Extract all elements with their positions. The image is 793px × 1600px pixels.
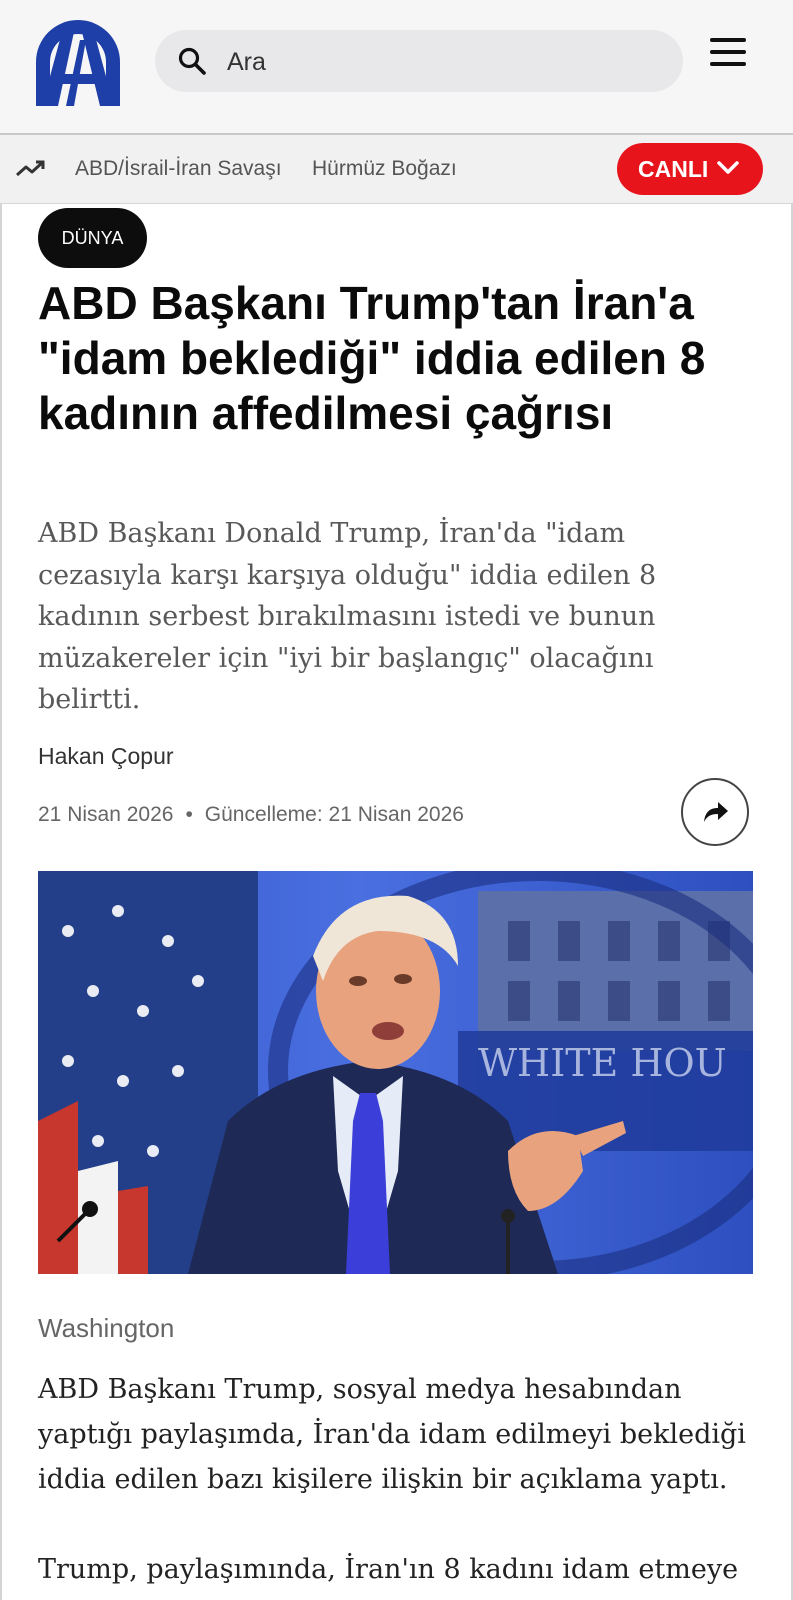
trending-link-hormuz[interactable]: Hürmüz Boğazı [312,157,457,181]
search-icon [178,47,206,75]
trending-bar: ABD/İsrail-İran Savaşı Hürmüz Boğazı CAN… [0,135,793,204]
share-button[interactable] [681,778,749,846]
category-badge[interactable]: DÜNYA [38,208,147,268]
article-photo: WHITE HOU [38,871,753,1274]
publish-date-line: 21 Nisan 2026 • Güncelleme: 21 Nisan 2026 [38,803,464,826]
hamburger-menu-icon[interactable] [710,38,746,74]
article-summary: ABD Başkanı Donald Trump, İran'da "idam … [38,518,657,715]
article-paragraph-1: ABD Başkanı Trump, sosyal medya hesabınd… [38,1374,746,1495]
aa-logo[interactable] [28,10,128,110]
article-paragraph-2: Trump, paylaşımında, İran'ın 8 kadını id… [38,1554,739,1585]
site-header [0,0,793,135]
publish-date: 21 Nisan 2026 [38,803,174,826]
live-button[interactable]: CANLI [617,143,763,195]
search-bar[interactable] [155,30,683,92]
share-arrow-icon [704,802,728,822]
trending-link-war[interactable]: ABD/İsrail-İran Savaşı [75,157,282,181]
article-dateline: Washington [38,1313,175,1343]
article-headline: ABD Başkanı Trump'tan İran'a "idam bekle… [38,277,706,439]
live-label: CANLI [638,156,709,182]
chevron-down-icon [717,161,739,174]
search-input[interactable] [225,40,659,84]
author-name[interactable]: Hakan Çopur [38,743,174,770]
svg-text:WHITE HOU: WHITE HOU [478,1041,727,1085]
updated-date: Güncelleme: 21 Nisan 2026 [204,803,464,826]
trending-up-icon [16,160,45,177]
